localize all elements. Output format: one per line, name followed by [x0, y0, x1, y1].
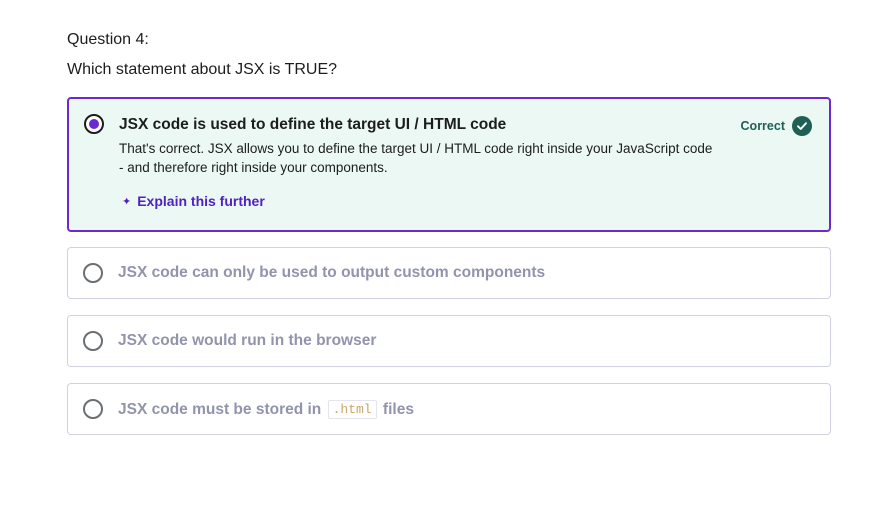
answer-label: JSX code is used to define the target UI… — [119, 116, 507, 133]
explain-further-link[interactable]: ✦ Explain this further — [122, 193, 265, 209]
answer-option-1[interactable]: JSX code is used to define the target UI… — [67, 97, 831, 232]
answer-option-4[interactable]: JSX code must be stored in .html files — [67, 383, 831, 435]
check-circle-icon — [792, 116, 812, 136]
sparkle-icon: ✦ — [122, 196, 132, 208]
radio-icon[interactable] — [83, 263, 103, 283]
radio-icon[interactable] — [83, 399, 103, 419]
answer-option-2[interactable]: JSX code can only be used to output cust… — [67, 247, 831, 299]
radio-selected-icon[interactable] — [84, 114, 104, 134]
correct-badge: Correct — [741, 116, 812, 136]
explain-further-label: Explain this further — [137, 193, 265, 209]
question-number: Question 4: — [67, 31, 149, 48]
radio-icon[interactable] — [83, 331, 103, 351]
answer-explanation: That's correct. JSX allows you to define… — [119, 141, 713, 175]
correct-status-text: Correct — [740, 119, 785, 133]
answer-label: JSX code can only be used to output cust… — [118, 264, 546, 281]
answer-label: JSX code must be stored in .html files — [118, 400, 414, 419]
answer-label: JSX code would run in the browser — [118, 332, 377, 349]
code-chip: .html — [327, 400, 377, 419]
answer-label-before: JSX code must be stored in — [118, 401, 322, 418]
question-prompt: Which statement about JSX is TRUE? — [67, 61, 338, 78]
answer-option-3[interactable]: JSX code would run in the browser — [67, 315, 831, 367]
answer-label-after: files — [382, 401, 414, 418]
